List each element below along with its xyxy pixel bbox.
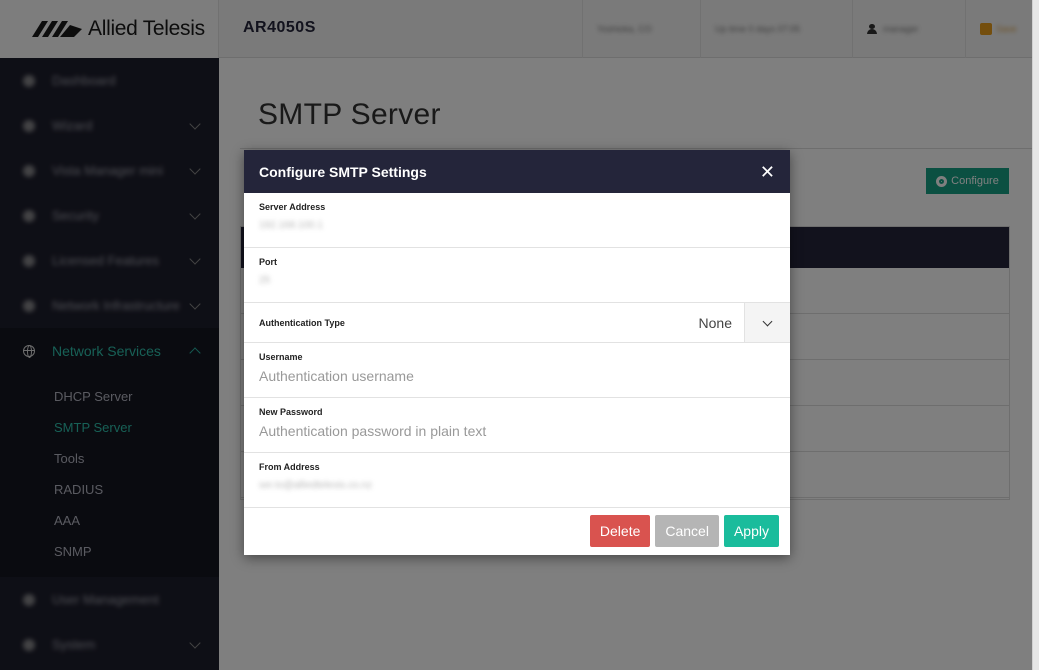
delete-button[interactable]: Delete [589, 514, 651, 547]
port-label: Port [259, 257, 277, 267]
server-address-field[interactable]: Server Address 192.168.100.1 [244, 193, 790, 248]
from-address-value: ser.to@alliedtelesis.co.nz [259, 480, 372, 491]
from-address-field[interactable]: From Address ser.to@alliedtelesis.co.nz [244, 453, 790, 508]
page-scrollbar[interactable] [1032, 0, 1039, 670]
username-label: Username [259, 352, 303, 362]
username-field: Username [244, 343, 790, 398]
dialog-header: Configure SMTP Settings ✕ [244, 150, 790, 193]
new-password-field: New Password [244, 398, 790, 453]
authentication-type-select[interactable]: Authentication Type None [244, 303, 790, 343]
new-password-label: New Password [259, 407, 323, 417]
authentication-type-label: Authentication Type [259, 317, 345, 328]
dialog-footer: Delete Cancel Apply [244, 506, 790, 555]
from-address-label: From Address [259, 462, 320, 472]
authentication-type-dropdown-toggle[interactable] [744, 303, 790, 342]
cancel-button[interactable]: Cancel [655, 514, 719, 547]
apply-button[interactable]: Apply [723, 514, 779, 547]
configure-smtp-dialog: Configure SMTP Settings ✕ Server Address… [244, 150, 790, 555]
server-address-value: 192.168.100.1 [259, 220, 323, 231]
username-input[interactable] [259, 368, 775, 384]
port-field[interactable]: Port 25 [244, 248, 790, 303]
new-password-input[interactable] [259, 423, 775, 439]
authentication-type-value: None [698, 314, 732, 331]
server-address-label: Server Address [259, 202, 326, 212]
port-value: 25 [259, 275, 271, 286]
dialog-title: Configure SMTP Settings [259, 163, 427, 180]
close-icon[interactable]: ✕ [760, 163, 775, 181]
chevron-down-icon [762, 316, 773, 326]
